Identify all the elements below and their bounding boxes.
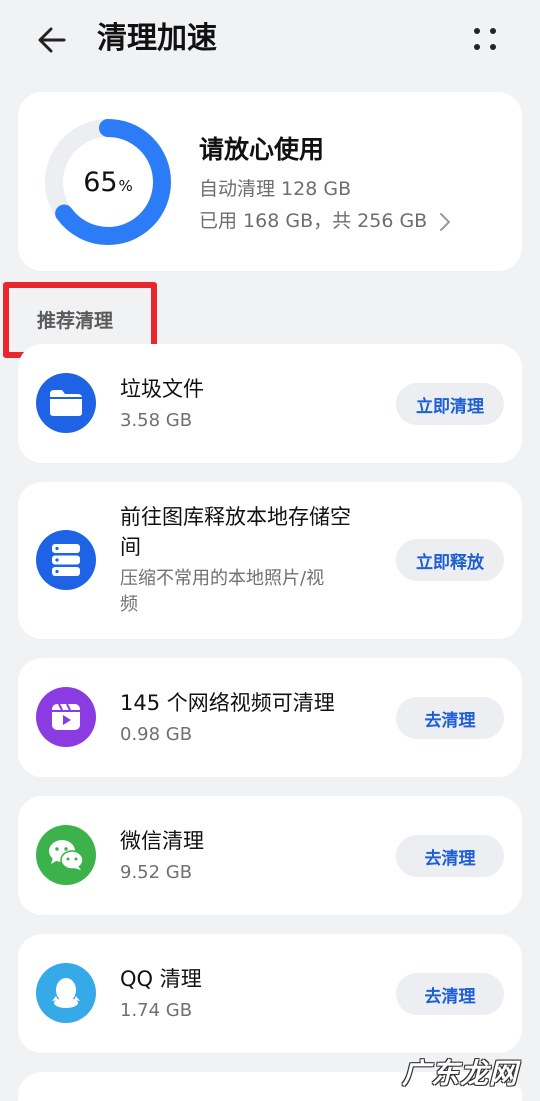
- qq-clean-card[interactable]: QQ 清理 1.74 GB 去清理: [18, 934, 522, 1053]
- storage-status-title: 请放心使用: [199, 135, 325, 164]
- item-size: 1.74 GB: [120, 1000, 193, 1021]
- item-size: 0.98 GB: [120, 724, 193, 745]
- chevron-right-icon: [440, 212, 451, 231]
- online-videos-card[interactable]: 145 个网络视频可清理 0.98 GB 去清理: [18, 658, 522, 777]
- storage-stack-icon: [36, 530, 96, 590]
- video-clapper-icon: [36, 687, 96, 747]
- go-clean-button[interactable]: 去清理: [396, 835, 504, 877]
- item-subtitle-line-2: 频: [120, 594, 138, 615]
- item-size: 3.58 GB: [120, 410, 193, 431]
- go-clean-button[interactable]: 去清理: [396, 697, 504, 739]
- item-size: 9.52 GB: [120, 862, 193, 883]
- junk-files-card[interactable]: 垃圾文件 3.58 GB 立即清理: [18, 344, 522, 463]
- storage-summary-card[interactable]: 65 % 请放心使用 自动清理 128 GB 已用 168 GB，共 256 G…: [18, 92, 522, 271]
- storage-usage-line[interactable]: 已用 168 GB，共 256 GB: [199, 206, 451, 233]
- wechat-clean-card[interactable]: 微信清理 9.52 GB 去清理: [18, 796, 522, 915]
- release-now-button[interactable]: 立即释放: [396, 539, 504, 581]
- watermark-text: 广东龙网: [402, 1057, 519, 1090]
- item-title-line-1: 前往图库释放本地存储空: [120, 505, 351, 529]
- item-title: 垃圾文件: [120, 377, 204, 401]
- item-title: 145 个网络视频可清理: [120, 691, 335, 715]
- item-title: QQ 清理: [120, 967, 202, 991]
- storage-usage-text: 已用 168 GB，共 256 GB: [199, 210, 428, 232]
- storage-ring-chart: 65 %: [44, 118, 172, 246]
- auto-clean-text: 自动清理 128 GB: [199, 178, 352, 200]
- folder-icon: [36, 373, 96, 433]
- arrow-left-icon[interactable]: [34, 20, 74, 60]
- go-clean-button[interactable]: 去清理: [396, 973, 504, 1015]
- gallery-storage-card[interactable]: 前往图库释放本地存储空 间 压缩不常用的本地照片/视 频 立即释放: [18, 482, 522, 639]
- storage-percent-unit: %: [118, 177, 133, 195]
- item-subtitle-line-1: 压缩不常用的本地照片/视: [120, 568, 325, 589]
- storage-percent: 65: [83, 166, 118, 198]
- more-dots-icon[interactable]: [470, 20, 504, 60]
- top-bar: 清理加速: [0, 0, 540, 80]
- item-title-line-2: 间: [120, 535, 141, 559]
- qq-penguin-icon: [36, 963, 96, 1023]
- wechat-icon: [36, 825, 96, 885]
- page-title: 清理加速: [97, 21, 217, 56]
- item-title: 微信清理: [120, 829, 204, 853]
- clean-now-button[interactable]: 立即清理: [396, 383, 504, 425]
